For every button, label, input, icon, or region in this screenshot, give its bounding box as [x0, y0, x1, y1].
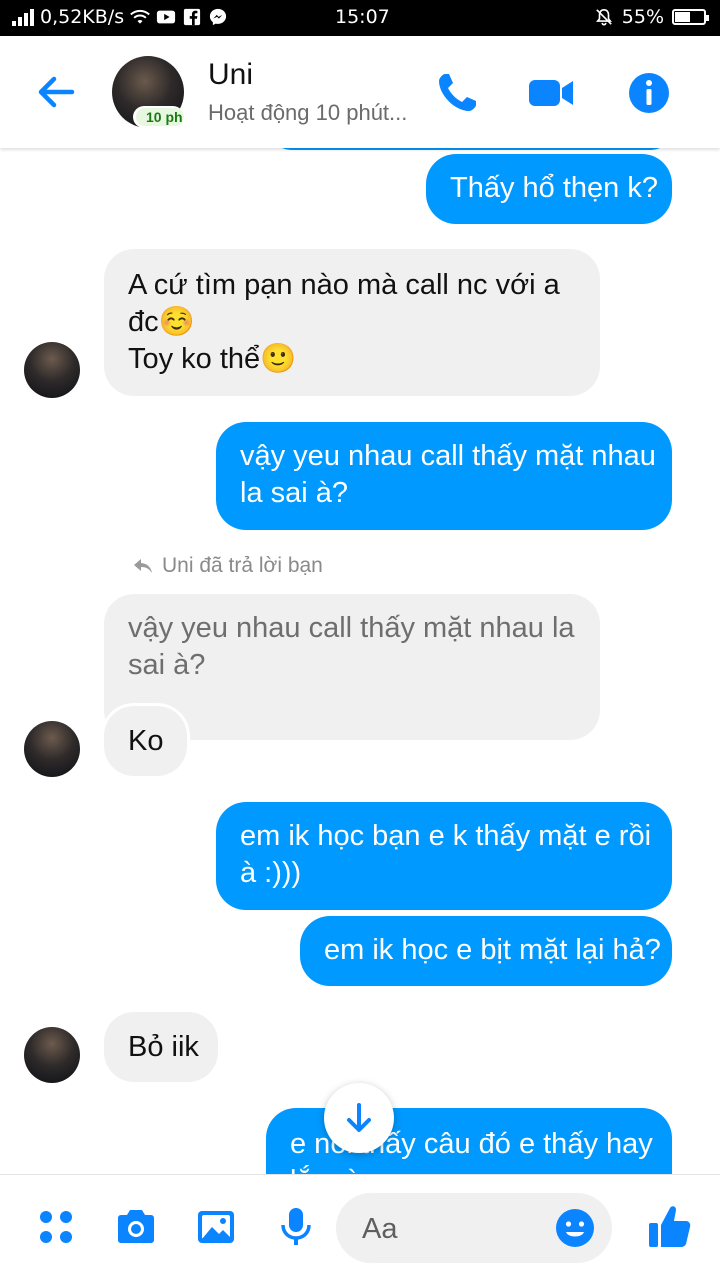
back-arrow-icon[interactable] [32, 70, 80, 114]
network-speed: 0,52KB/s [40, 6, 125, 28]
message-bubble-partial [270, 148, 672, 150]
active-time-text: 10 ph [136, 108, 184, 126]
contact-name[interactable]: Uni [208, 58, 253, 92]
message-text: Ko [128, 725, 164, 757]
battery-percent: 55% [621, 6, 664, 28]
message-text: vậy yeu nhau call thấy mặt nhau [240, 440, 656, 472]
info-icon[interactable] [624, 68, 674, 118]
status-bar: 0,52KB/s 15:07 55% [0, 0, 720, 36]
message-text: Toy ko thể [128, 343, 261, 375]
scroll-to-bottom-button[interactable] [324, 1083, 394, 1153]
microphone-icon[interactable] [274, 1205, 318, 1249]
reply-arrow-icon [134, 559, 152, 573]
message-bubble-received[interactable]: Bỏ iik [104, 1012, 218, 1082]
message-text: A cứ tìm pạn nào mà call nc với a [128, 269, 560, 301]
status-right: 55% [594, 6, 709, 28]
sender-avatar[interactable] [24, 1027, 80, 1083]
composer-bar: Aa [0, 1174, 720, 1281]
apps-grid-icon[interactable] [34, 1205, 78, 1249]
smiling-emoji-icon: 🙂 [260, 343, 297, 375]
message-text: Thấy hổ thẹn k? [450, 172, 658, 204]
facebook-icon [184, 8, 201, 26]
messenger-icon [210, 8, 227, 26]
mute-icon [595, 8, 612, 26]
relieved-emoji-icon: ☺️ [158, 306, 195, 338]
message-text: à :))) [240, 857, 302, 889]
wifi-icon [130, 9, 150, 24]
message-input-placeholder: Aa [362, 1213, 398, 1245]
emoji-icon[interactable] [554, 1207, 596, 1249]
message-bubble-received[interactable]: Ko [104, 706, 187, 776]
message-bubble-sent[interactable]: em ik học e bịt mặt lại hả? [300, 916, 672, 986]
message-thread[interactable]: Thấy hổ thẹn k? A cứ tìm pạn nào mà call… [0, 148, 720, 1174]
message-input[interactable]: Aa [336, 1193, 612, 1263]
message-text: đc [128, 306, 159, 338]
youtube-icon [157, 10, 176, 24]
sender-avatar[interactable] [24, 342, 80, 398]
video-camera-icon[interactable] [526, 68, 576, 118]
message-text: em ik học e bịt mặt lại hả? [324, 934, 661, 966]
reply-note: Uni đã trả lời bạn [132, 554, 323, 578]
contact-status: Hoạt động 10 phút... [208, 100, 408, 125]
arrow-down-icon [347, 1103, 371, 1132]
thumbs-up-icon[interactable] [646, 1203, 692, 1251]
signal-icon [12, 8, 34, 26]
message-bubble-sent[interactable]: Thấy hổ thẹn k? [426, 154, 672, 224]
message-text: lắm à [290, 1163, 672, 1174]
quoted-text: vậy yeu nhau call thấy mặt nhau la [128, 612, 575, 644]
sender-avatar[interactable] [24, 721, 80, 777]
message-bubble-sent[interactable]: em ik học bạn e k thấy mặt e rồi à :))) [216, 802, 672, 910]
status-left: 0,52KB/s [12, 6, 228, 28]
message-text: Bỏ iik [128, 1031, 199, 1063]
phone-icon[interactable] [432, 68, 482, 118]
message-bubble-sent[interactable]: vậy yeu nhau call thấy mặt nhau la sai à… [216, 422, 672, 530]
reply-note-text: Uni đã trả lời bạn [162, 554, 323, 577]
conversation-header: 10 ph Uni Hoạt động 10 phút... [0, 36, 720, 148]
camera-icon[interactable] [114, 1205, 158, 1249]
quoted-text: sai à? [128, 649, 206, 681]
gallery-icon[interactable] [194, 1205, 238, 1249]
status-time: 15:07 [335, 6, 390, 28]
message-text: em ik học bạn e k thấy mặt e rồi [240, 820, 652, 852]
battery-fill [675, 12, 690, 22]
active-time-badge: 10 ph [133, 106, 184, 128]
battery-icon [672, 9, 709, 25]
message-text: la sai à? [240, 477, 349, 509]
message-bubble-received[interactable]: A cứ tìm pạn nào mà call nc với a đc☺️ T… [104, 249, 600, 396]
